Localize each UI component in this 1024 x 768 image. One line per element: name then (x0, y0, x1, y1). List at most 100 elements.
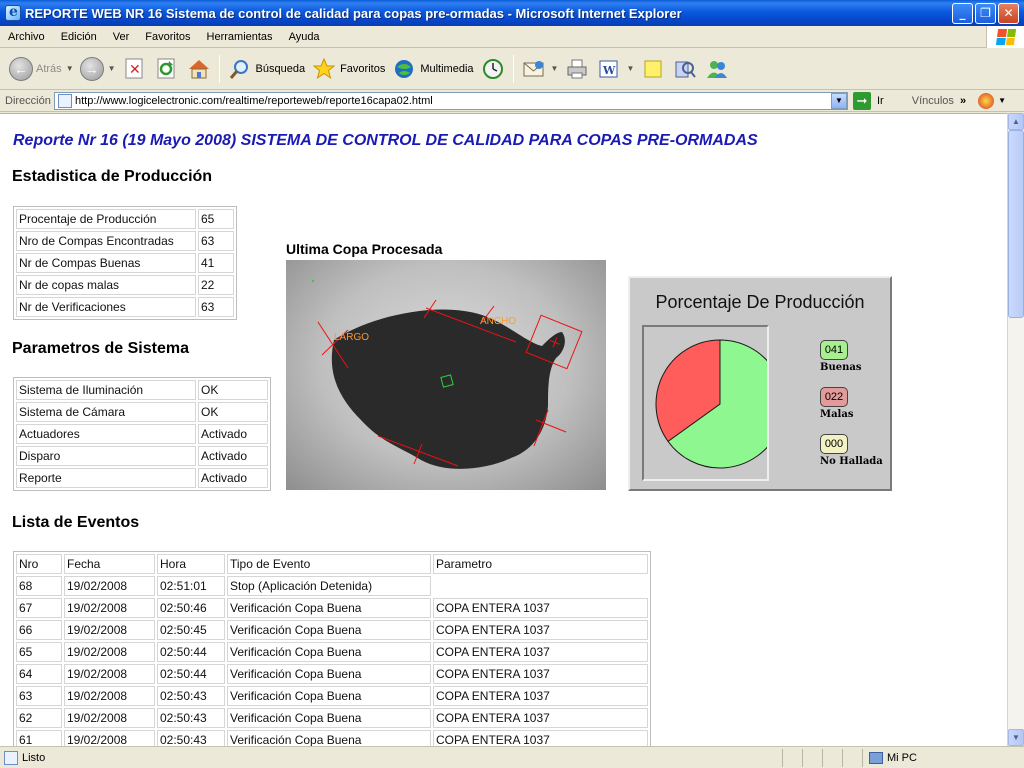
row-value: Activado (198, 468, 268, 488)
maximize-button[interactable]: ❐ (975, 2, 996, 24)
refresh-button[interactable] (151, 52, 183, 86)
favorites-button[interactable]: Favoritos (308, 52, 388, 86)
address-url[interactable]: http://www.logicelectronic.com/realtime/… (75, 95, 831, 107)
table-row: 64 19/02/2008 02:50:44 Verificación Copa Bu… (16, 664, 648, 684)
table-cell: 19/02/2008 (64, 598, 155, 618)
toolbar-separator (218, 54, 220, 83)
back-dropdown-icon[interactable]: ▼ (66, 64, 74, 73)
legend-label: No Hallada (820, 456, 883, 467)
menu-favoritos[interactable]: Favoritos (137, 31, 198, 43)
table-row: 63 19/02/2008 02:50:43 Verificación Copa Bu… (16, 686, 648, 706)
multimedia-button[interactable]: Multimedia (388, 52, 476, 86)
star-icon (311, 56, 337, 82)
table-row: Nr de copas malas 22 (16, 275, 234, 295)
address-dropdown-icon[interactable]: ▼ (831, 92, 847, 109)
production-table: Procentaje de Producción 65 Nro de Compas … (13, 206, 237, 320)
back-button[interactable]: ← Atrás ▼ (6, 52, 77, 86)
research-button[interactable] (669, 52, 701, 86)
menu-herramientas[interactable]: Herramientas (199, 31, 281, 43)
mail-dropdown-icon[interactable]: ▼ (551, 64, 559, 73)
legend-chip: 041 (820, 340, 848, 360)
messenger-button[interactable] (701, 52, 733, 86)
table-row: Disparo Activado (16, 446, 268, 466)
menu-bar: Archivo Edición Ver Favoritos Herramient… (0, 26, 1024, 48)
table-row: Reporte Activado (16, 468, 268, 488)
print-button[interactable] (561, 52, 593, 86)
minimize-button[interactable]: _ (952, 2, 973, 24)
production-chart-panel: Porcentaje De Producción 041 Buenas 022 Mal… (628, 276, 892, 491)
discuss-button[interactable] (637, 52, 669, 86)
table-cell: 64 (16, 664, 62, 684)
table-cell: Verificación Copa Buena (227, 708, 431, 728)
sticky-note-icon (640, 56, 666, 82)
table-cell: 02:50:46 (157, 598, 225, 618)
page-content: Reporte Nr 16 (19 Mayo 2008) SISTEMA DE … (0, 113, 1007, 746)
events-table: Nro Fecha Hora Tipo de Evento Parametro 68 19… (13, 551, 651, 746)
production-heading: Estadistica de Producción (12, 168, 213, 185)
table-cell: 19/02/2008 (64, 620, 155, 640)
menu-edicion[interactable]: Edición (53, 31, 105, 43)
edit-dropdown-icon[interactable]: ▼ (626, 64, 634, 73)
menu-ayuda[interactable]: Ayuda (281, 31, 328, 43)
legend-entry: 000 No Hallada (820, 434, 883, 467)
go-button[interactable]: ➞ Ir (853, 91, 884, 110)
toolbar-extension-icon[interactable] (978, 92, 995, 109)
extension-dropdown-icon[interactable]: ▼ (998, 96, 1006, 105)
status-cell (822, 748, 842, 767)
mail-button[interactable]: ▼ (518, 52, 562, 86)
forward-button[interactable]: → ▼ (77, 52, 119, 86)
go-label: Ir (877, 94, 884, 107)
pie-frame (642, 325, 785, 481)
table-cell: COPA ENTERA 1037 (433, 686, 648, 706)
legend-chip: 022 (820, 387, 848, 407)
table-cell: COPA ENTERA 1037 (433, 708, 648, 728)
legend-entry: 022 Malas (820, 387, 853, 420)
menu-archivo[interactable]: Archivo (0, 31, 53, 43)
search-button[interactable]: Búsqueda (224, 52, 309, 86)
row-value: 41 (198, 253, 234, 273)
table-row: Nr de Compas Buenas 41 (16, 253, 234, 273)
address-input[interactable]: http://www.logicelectronic.com/realtime/… (54, 91, 848, 110)
home-button[interactable] (183, 52, 215, 86)
back-arrow-icon: ← (9, 56, 33, 81)
table-row: 68 19/02/2008 02:51:01 Stop (Aplicación Det… (16, 576, 648, 596)
stop-button[interactable]: ✕ (119, 52, 151, 86)
messenger-users-icon (704, 56, 730, 82)
column-header: Nro (16, 554, 62, 574)
scroll-down-button[interactable]: ▼ (1008, 729, 1024, 746)
menu-ver[interactable]: Ver (105, 31, 138, 43)
row-value: 63 (198, 231, 234, 251)
chart-title: Porcentaje De Producción (655, 292, 865, 312)
window-title-bar[interactable]: REPORTE WEB NR 16 Sistema de control de … (0, 0, 1024, 26)
table-cell: COPA ENTERA 1037 (433, 642, 648, 662)
table-row: Nr de Verificaciones 63 (16, 297, 234, 317)
table-cell: Verificación Copa Buena (227, 620, 431, 640)
report-title: Reporte Nr 16 (19 Mayo 2008) SISTEMA DE … (13, 132, 758, 149)
table-row: 61 19/02/2008 02:50:43 Verificación Copa Bu… (16, 730, 648, 746)
legend-entry: 041 Buenas (820, 340, 861, 373)
vertical-scrollbar[interactable]: ▲ ▼ (1007, 113, 1024, 746)
forward-dropdown-icon[interactable]: ▼ (108, 64, 116, 73)
table-header-row: Nro Fecha Hora Tipo de Evento Parametro (16, 554, 648, 574)
table-cell: COPA ENTERA 1037 (433, 620, 648, 640)
largo-label: LARGO (334, 332, 369, 343)
row-label: Reporte (16, 468, 196, 488)
history-button[interactable] (477, 52, 509, 86)
links-toolbar[interactable]: Vínculos (912, 95, 954, 107)
table-cell: 19/02/2008 (64, 664, 155, 684)
zone-label: Mi PC (887, 751, 917, 764)
column-header: Hora (157, 554, 225, 574)
page-status-icon (4, 750, 18, 765)
scroll-up-button[interactable]: ▲ (1008, 113, 1024, 130)
scroll-thumb[interactable] (1008, 130, 1024, 318)
security-zone: Mi PC (862, 748, 1024, 767)
svg-text:✕: ✕ (129, 62, 141, 78)
edit-button[interactable]: W ▼ (593, 52, 637, 86)
column-header: Fecha (64, 554, 155, 574)
table-cell: COPA ENTERA 1037 (433, 598, 648, 618)
row-value: OK (198, 402, 268, 422)
go-arrow-icon: ➞ (853, 91, 871, 110)
links-chevron-icon[interactable]: » (960, 95, 966, 107)
row-value: Activado (198, 424, 268, 444)
close-button[interactable]: ✕ (998, 2, 1019, 24)
